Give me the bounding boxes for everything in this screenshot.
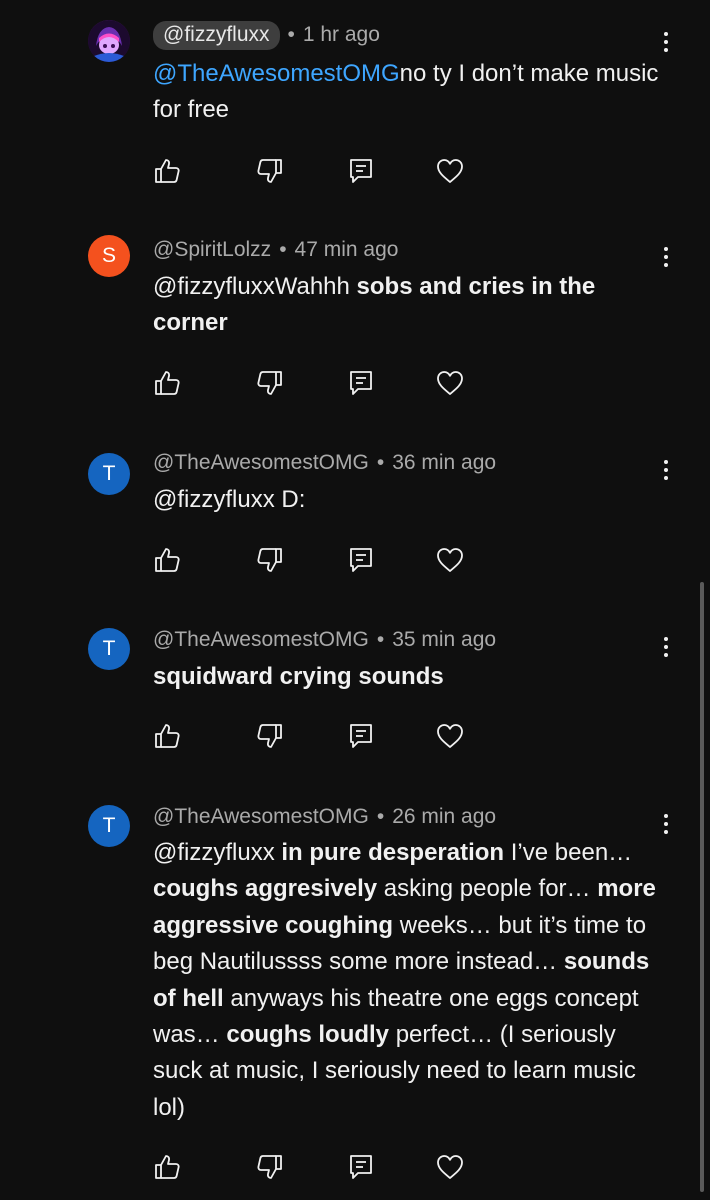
thumbs-down-icon[interactable] (253, 543, 287, 577)
avatar[interactable] (88, 20, 130, 62)
heart-icon[interactable] (433, 366, 467, 400)
reply-icon[interactable] (344, 1150, 378, 1184)
reply-icon[interactable] (344, 366, 378, 400)
text-segment: @fizzyfluxxWahhh (153, 273, 357, 300)
avatar-image (88, 20, 130, 62)
comment-meta: @SpiritLolzz • 47 min ago (153, 235, 398, 265)
author-handle[interactable]: @SpiritLolzz (153, 238, 271, 262)
comment-actions (0, 366, 710, 400)
text-segment-bold: in pure desperation (281, 839, 505, 866)
text-segment: @fizzyfluxx D: (153, 486, 306, 513)
comment-meta: @TheAwesomestOMG • 26 min ago (153, 802, 496, 832)
more-vertical-icon[interactable] (652, 27, 680, 57)
timestamp[interactable]: 47 min ago (295, 238, 399, 262)
text-segment: @fizzyfluxx (153, 839, 282, 866)
thumbs-up-icon[interactable] (150, 543, 184, 577)
heart-icon[interactable] (433, 719, 467, 753)
text-segment-bold: coughs loudly (226, 1021, 390, 1049)
text-segment: I’ve been… (504, 839, 633, 866)
thumbs-up-icon[interactable] (150, 719, 184, 753)
text-segment: asking people for… (377, 875, 598, 903)
thumbs-up-icon[interactable] (150, 154, 184, 188)
comment-actions (0, 719, 710, 753)
comment-actions (0, 1150, 710, 1184)
meta-separator: • (287, 23, 295, 46)
text-segment-bold: squidward crying sounds (153, 663, 444, 690)
meta-separator: • (376, 628, 385, 651)
comment-meta: @TheAwesomestOMG • 36 min ago (153, 448, 496, 478)
heart-icon[interactable] (433, 1150, 467, 1184)
avatar[interactable]: T (88, 805, 130, 847)
more-vertical-icon[interactable] (652, 455, 680, 485)
reply-icon[interactable] (344, 154, 378, 188)
more-vertical-icon[interactable] (652, 242, 680, 272)
comment-actions (0, 154, 710, 188)
heart-icon[interactable] (433, 543, 467, 577)
timestamp[interactable]: 36 min ago (392, 451, 496, 475)
author-handle[interactable]: @TheAwesomestOMG (153, 451, 369, 475)
comment-text: squidward crying sounds (153, 659, 663, 695)
comment-actions (0, 543, 710, 577)
thumbs-down-icon[interactable] (253, 1150, 287, 1184)
comment-meta: @fizzyfluxx • 1 hr ago (153, 20, 380, 50)
reply-icon[interactable] (344, 543, 378, 577)
comment-meta: @TheAwesomestOMG • 35 min ago (153, 625, 496, 655)
author-handle[interactable]: @TheAwesomestOMG (153, 805, 369, 829)
meta-separator: • (376, 451, 385, 474)
heart-icon[interactable] (433, 154, 467, 188)
thumbs-down-icon[interactable] (253, 719, 287, 753)
comment-text: @fizzyfluxx D: (153, 482, 663, 518)
timestamp[interactable]: 35 min ago (392, 628, 496, 652)
text-segment-bold: coughs aggresively (153, 875, 378, 903)
thumbs-down-icon[interactable] (253, 154, 287, 188)
thumbs-down-icon[interactable] (253, 366, 287, 400)
thumbs-up-icon[interactable] (150, 366, 184, 400)
comment-text: @fizzyfluxxWahhh sobs and cries in the c… (153, 269, 663, 342)
reply-icon[interactable] (344, 719, 378, 753)
meta-separator: • (376, 805, 385, 828)
more-vertical-icon[interactable] (652, 632, 680, 662)
avatar[interactable]: T (88, 453, 130, 495)
author-handle[interactable]: @fizzyfluxx (153, 20, 280, 50)
mention-link[interactable]: @TheAwesomestOMG (153, 60, 400, 87)
scrollbar[interactable] (700, 582, 704, 1192)
comment-text: @TheAwesomestOMGno ty I don’t make music… (153, 56, 663, 129)
thumbs-up-icon[interactable] (150, 1150, 184, 1184)
timestamp[interactable]: 1 hr ago (303, 23, 380, 47)
avatar[interactable]: T (88, 628, 130, 670)
meta-separator: • (279, 238, 287, 261)
comment-text: @fizzyfluxx in pure desperation I’ve bee… (153, 835, 663, 1126)
author-handle[interactable]: @TheAwesomestOMG (153, 628, 369, 652)
avatar[interactable]: S (88, 235, 130, 277)
timestamp[interactable]: 26 min ago (392, 805, 496, 829)
